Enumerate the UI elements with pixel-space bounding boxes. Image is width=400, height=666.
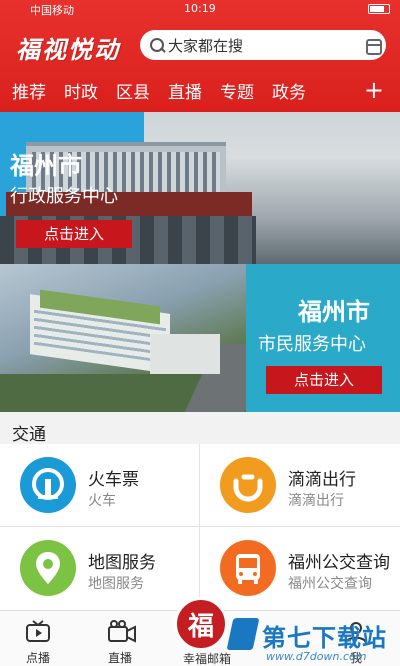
tab-label: 直播 [107,651,132,665]
enter-button[interactable]: 点击进入 [16,220,132,248]
banner-admin-service-center[interactable]: 福州市 行政服务中心 点击进入 [0,112,400,264]
battery-icon [368,4,390,14]
section-title: 交通 [12,425,46,445]
banner-description: 行政服务中心 [10,186,118,207]
banner-city: 福州市 [298,298,370,326]
tab-live-stream[interactable]: 直播 [90,611,150,666]
service-title: 火车票 [88,470,139,490]
app-logo[interactable]: 福视悦动 [16,30,120,65]
watermark-logo-icon [226,618,260,650]
service-bus[interactable]: 福州公交查询 福州公交查询 [200,527,400,610]
channel-tabs: 推荐 时政 区县 直播 专题 政务 + [0,72,400,108]
search-bar[interactable]: 大家都在搜 [140,30,386,60]
tab-recommend[interactable]: 推荐 [12,78,46,103]
tab-live[interactable]: 直播 [168,78,202,103]
service-map[interactable]: 地图服务 地图服务 [0,527,200,610]
banner-description: 市民服务中心 [258,334,366,355]
map-pin-icon [20,540,76,596]
service-subtitle: 福州公交查询 [288,576,372,592]
search-placeholder[interactable]: 大家都在搜 [168,35,358,56]
service-subtitle: 地图服务 [88,576,144,592]
tab-vod[interactable]: 点播 [8,611,68,666]
watermark-title: 第七下载站 [262,624,387,652]
bus-icon [220,540,276,596]
status-bar: 中国移动 10:19 [0,0,400,18]
site-watermark: 第七下载站 www.d7down.com [214,610,400,666]
add-channel-button[interactable]: + [364,76,384,104]
service-title: 地图服务 [88,553,156,573]
search-icon [140,30,168,60]
tab-politics[interactable]: 时政 [64,78,98,103]
top-header: 中国移动 10:19 福视悦动 大家都在搜 推荐 时政 区县 直播 专题 政务 … [0,0,400,112]
tab-topics[interactable]: 专题 [220,78,254,103]
service-title: 福州公交查询 [288,553,390,573]
scan-icon[interactable] [358,30,386,60]
clock: 10:19 [184,2,216,15]
tab-government[interactable]: 政务 [272,78,306,103]
watermark-url: www.d7down.com [266,650,367,663]
tab-label: 点播 [25,651,50,665]
service-train-tickets[interactable]: 火车票 火车 [0,444,200,527]
enter-button[interactable]: 点击进入 [266,366,382,394]
banner-city: 福州市 [10,152,82,180]
train-icon [20,457,76,513]
service-subtitle: 滴滴出行 [288,493,344,509]
banner-citizen-service-center[interactable]: 福州市 市民服务中心 点击进入 [0,264,400,412]
service-title: 滴滴出行 [288,470,356,490]
building-side-block [150,334,220,374]
tab-districts[interactable]: 区县 [116,78,150,103]
service-grid: 火车票 火车 滴滴出行 滴滴出行 地图服务 地图服务 福州公交查询 福州公交查询 [0,444,400,610]
service-subtitle: 火车 [88,493,116,509]
app-root: 中国移动 10:19 福视悦动 大家都在搜 推荐 时政 区县 直播 专题 政务 … [0,0,400,666]
service-didi[interactable]: 滴滴出行 滴滴出行 [200,444,400,527]
section-header: 交通 [0,416,400,445]
tv-icon [26,620,50,642]
carrier-label: 中国移动 [30,4,74,17]
video-camera-icon [108,620,136,643]
didi-icon [220,457,276,513]
